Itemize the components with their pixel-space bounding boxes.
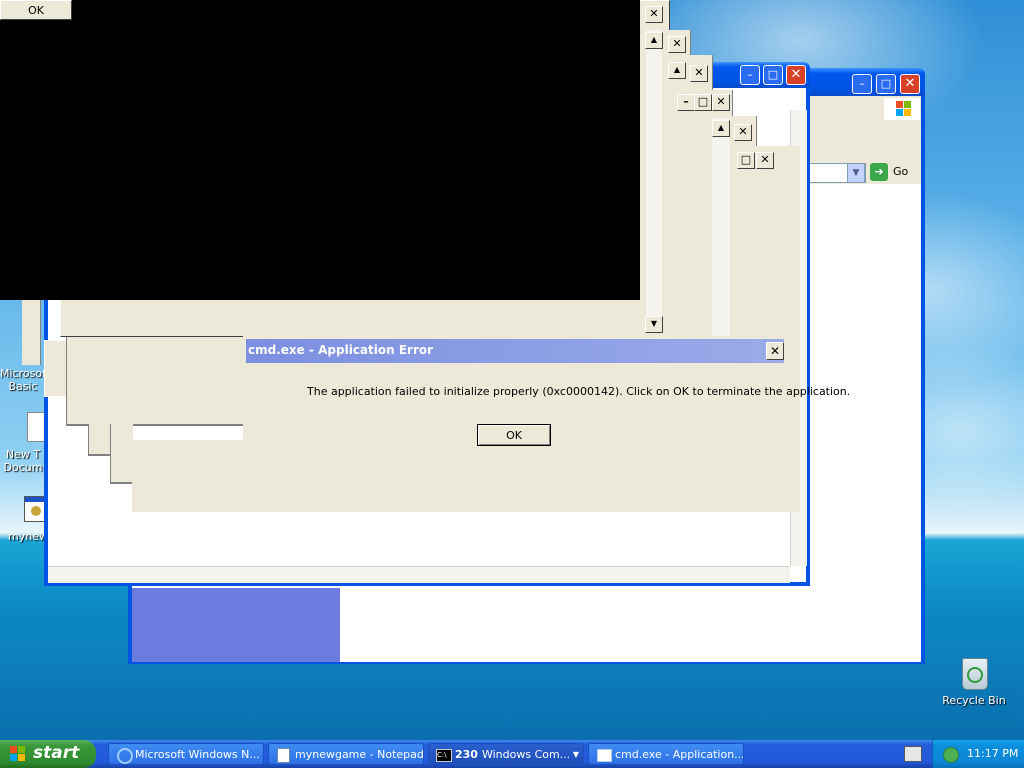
taskbar-button-label: mynewgame - Notepad — [295, 748, 424, 761]
vertical-scrollbar[interactable] — [646, 30, 662, 332]
scroll-down-arrow-icon[interactable]: ▼ — [645, 316, 663, 333]
desktop-icon-label: Recycle Bin — [942, 694, 1006, 707]
recycle-bin-icon — [962, 658, 988, 690]
close-button[interactable]: ✕ — [786, 65, 806, 85]
scroll-up-arrow-icon[interactable]: ▲ — [668, 62, 686, 79]
close-button[interactable]: ✕ — [766, 342, 784, 360]
ok-button-fragment[interactable]: OK — [0, 0, 72, 20]
maximize-button[interactable]: □ — [763, 65, 783, 85]
network-icon[interactable] — [943, 747, 959, 763]
taskbar-button-label: Windows Com... — [481, 748, 571, 761]
classic-window-6 — [734, 146, 800, 342]
window-frame-fragment — [88, 424, 111, 456]
close-button[interactable]: ✕ — [900, 74, 920, 94]
close-button[interactable]: ✕ — [668, 36, 686, 53]
window-frame-fragment — [66, 330, 247, 426]
desktop-icon-new-text-document[interactable]: New T Docum — [0, 410, 46, 478]
close-button[interactable]: ✕ — [690, 65, 708, 82]
notepad-icon — [277, 748, 290, 763]
taskbar-button-error-dialog[interactable]: cmd.exe - Application... — [588, 743, 744, 765]
ok-button[interactable]: OK — [477, 424, 551, 446]
go-label: Go — [893, 165, 909, 178]
close-button[interactable]: ✕ — [756, 152, 774, 169]
start-label: start — [33, 743, 80, 763]
close-button[interactable]: ✕ — [734, 124, 752, 141]
window-frame-fragment — [132, 440, 800, 512]
error-dialog-title: cmd.exe - Application Error — [248, 343, 434, 357]
minimize-button[interactable]: – — [677, 94, 695, 111]
close-button[interactable]: ✕ — [645, 6, 663, 23]
taskbar-button-notepad[interactable]: mynewgame - Notepad — [268, 743, 424, 765]
scroll-up-arrow-icon[interactable]: ▲ — [712, 120, 730, 137]
maximize-button[interactable]: □ — [694, 94, 712, 111]
clock[interactable]: 11:17 PM — [967, 747, 1018, 760]
desktop-icon-label: New T Docum — [3, 448, 43, 474]
desktop-icon-recycle-bin[interactable]: Recycle Bin — [942, 656, 1006, 712]
chevron-down-icon[interactable]: ▼ — [847, 163, 865, 183]
taskbar-button-label: cmd.exe - Application... — [615, 748, 744, 761]
taskbar-button-ie[interactable]: Microsoft Windows N... — [108, 743, 264, 765]
minimize-button[interactable]: – — [852, 74, 872, 94]
system-tray: 11:17 PM — [932, 740, 1024, 768]
desktop-icon-label: mynew — [8, 530, 48, 543]
window-icon — [597, 749, 612, 762]
maximize-button[interactable]: □ — [876, 74, 896, 94]
desktop-icon-mynewgame[interactable]: mynew — [0, 494, 50, 546]
desktop-icon-label: Microsoft Basic — [0, 367, 51, 393]
taskbar-group-count: 230 — [455, 748, 478, 761]
window-frame-fragment — [110, 424, 133, 484]
go-button[interactable]: ➜ Go — [868, 162, 920, 182]
vertical-scrollbar[interactable] — [712, 118, 730, 336]
windows-logo-icon — [884, 98, 920, 120]
text-document-icon — [27, 412, 45, 442]
minimize-button[interactable]: – — [740, 65, 760, 85]
task-pane — [132, 588, 340, 662]
taskbar-button-group-cmd[interactable]: C:\ 230 Windows Com... ▼ — [428, 743, 584, 765]
maximize-button[interactable]: □ — [737, 152, 755, 169]
scroll-up-arrow-icon[interactable]: ▲ — [645, 32, 663, 49]
horizontal-scrollbar[interactable] — [48, 566, 790, 583]
windows-flag-icon — [10, 746, 26, 762]
taskbar-button-label: Microsoft Windows N... — [135, 748, 260, 761]
keyboard-icon[interactable] — [904, 746, 922, 762]
start-button[interactable]: start — [0, 740, 96, 768]
error-message: The application failed to initialize pro… — [307, 385, 851, 398]
go-arrow-icon: ➜ — [870, 163, 888, 181]
chevron-down-icon: ▼ — [572, 750, 579, 759]
ie-icon — [117, 748, 133, 764]
close-button[interactable]: ✕ — [712, 94, 730, 111]
console-window — [0, 0, 640, 300]
cmd-icon: C:\ — [436, 749, 452, 762]
